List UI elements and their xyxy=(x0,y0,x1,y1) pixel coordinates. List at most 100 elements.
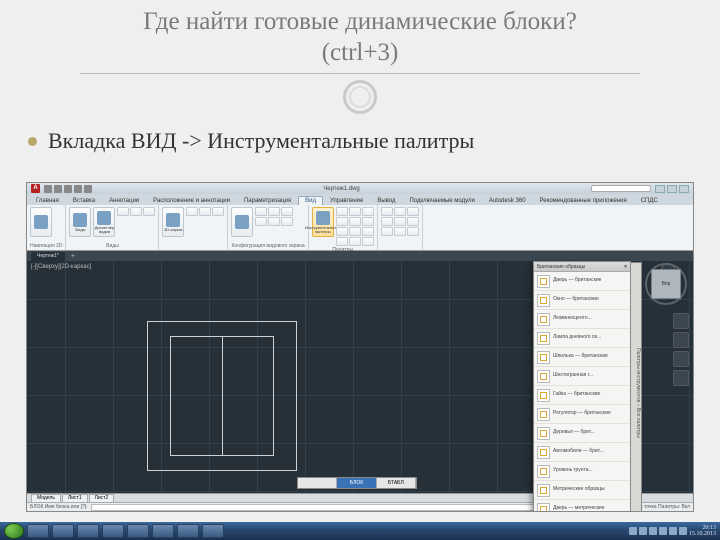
ribbon-tab[interactable]: СПДС xyxy=(634,196,665,205)
ribbon-big-button[interactable]: Инструментальные палитры xyxy=(312,207,334,237)
ribbon-small-button[interactable] xyxy=(349,207,361,216)
taskbar-app-button[interactable] xyxy=(27,524,49,538)
ribbon-small-button[interactable] xyxy=(362,207,374,216)
ribbon-big-button[interactable]: 3D-каркас xyxy=(162,207,184,237)
pan-icon[interactable] xyxy=(673,332,689,348)
dynamic-input-option[interactable]: БТАБЛ xyxy=(377,478,416,488)
ribbon-tab[interactable]: Вставка xyxy=(66,196,102,205)
ribbon-tab[interactable]: Вывод xyxy=(370,196,402,205)
ribbon-small-button[interactable] xyxy=(281,217,293,226)
maximize-button[interactable] xyxy=(667,185,677,193)
qat-undo-icon[interactable] xyxy=(74,185,82,193)
ribbon-tab[interactable]: Аннотации xyxy=(102,196,146,205)
ribbon-small-button[interactable] xyxy=(336,227,348,236)
ribbon-small-button[interactable] xyxy=(199,207,211,216)
ribbon-small-button[interactable] xyxy=(117,207,129,216)
ribbon-tab[interactable]: Параметризация xyxy=(237,196,298,205)
tray-icon[interactable] xyxy=(669,527,677,535)
palette-item[interactable]: Дверь — британские xyxy=(534,272,630,291)
qat-save-icon[interactable] xyxy=(64,185,72,193)
command-input[interactable] xyxy=(91,504,549,511)
ribbon-small-button[interactable] xyxy=(381,207,393,216)
tool-palette[interactable]: Британские образцы × Дверь — британскиеО… xyxy=(533,261,631,512)
taskbar-app-button[interactable] xyxy=(102,524,124,538)
help-search-input[interactable] xyxy=(591,185,651,192)
ribbon-small-button[interactable] xyxy=(407,207,419,216)
palette-item[interactable]: Автомобили — брит... xyxy=(534,443,630,462)
taskbar-app-button[interactable] xyxy=(77,524,99,538)
ribbon-small-button[interactable] xyxy=(362,217,374,226)
palette-item[interactable]: Дверь — метрические xyxy=(534,500,630,512)
palette-close-icon[interactable]: × xyxy=(624,264,627,270)
document-tab[interactable]: Чертеж1* xyxy=(31,252,65,261)
ribbon-tab[interactable]: Главная xyxy=(29,196,66,205)
layout-tab[interactable]: Модель xyxy=(31,494,61,502)
ribbon-small-button[interactable] xyxy=(349,227,361,236)
tray-icon[interactable] xyxy=(649,527,657,535)
taskbar-app-button[interactable] xyxy=(152,524,174,538)
steering-wheel-icon[interactable] xyxy=(673,313,689,329)
navcube[interactable]: Впр xyxy=(651,269,681,299)
ribbon-tab[interactable]: Управление xyxy=(323,196,370,205)
ribbon-small-button[interactable] xyxy=(212,207,224,216)
taskbar-clock[interactable]: 20:13 15.10.2013 xyxy=(689,525,716,537)
tray-icon[interactable] xyxy=(629,527,637,535)
taskbar-app-button[interactable] xyxy=(52,524,74,538)
start-button[interactable] xyxy=(4,523,24,539)
dynamic-input-menu[interactable]: БЛОКБТАБЛ xyxy=(297,477,417,489)
ribbon-small-button[interactable] xyxy=(268,207,280,216)
palette-item[interactable]: Люминесцентн... xyxy=(534,310,630,329)
ribbon-small-button[interactable] xyxy=(255,217,267,226)
palette-item[interactable]: Метрические образцы xyxy=(534,481,630,500)
taskbar-app-button[interactable] xyxy=(202,524,224,538)
taskbar-app-button[interactable] xyxy=(127,524,149,538)
ribbon-small-button[interactable] xyxy=(336,217,348,226)
palette-item[interactable]: Гайка — британские xyxy=(534,386,630,405)
drawing-rectangle[interactable] xyxy=(147,321,297,471)
ribbon-small-button[interactable] xyxy=(407,227,419,236)
ribbon-small-button[interactable] xyxy=(336,237,348,246)
ribbon-tab[interactable]: Рекомендованные приложения xyxy=(533,196,634,205)
minimize-button[interactable] xyxy=(655,185,665,193)
app-logo-icon[interactable]: A xyxy=(31,184,40,193)
ribbon-big-button[interactable]: Диспетчер видов xyxy=(93,207,115,237)
qat-redo-icon[interactable] xyxy=(84,185,92,193)
ribbon-small-button[interactable] xyxy=(336,207,348,216)
ribbon-big-button[interactable] xyxy=(30,207,52,237)
palette-item[interactable]: Деревья — брит... xyxy=(534,424,630,443)
ribbon-small-button[interactable] xyxy=(381,227,393,236)
palette-item[interactable]: Регулятор — британские xyxy=(534,405,630,424)
palette-item[interactable]: Шестигранная г... xyxy=(534,367,630,386)
tray-icon[interactable] xyxy=(659,527,667,535)
ribbon-small-button[interactable] xyxy=(186,207,198,216)
palette-item[interactable]: Окно — британские xyxy=(534,291,630,310)
layout-tab[interactable]: Лист1 xyxy=(62,494,88,502)
ribbon-tab[interactable]: Autodesk 360 xyxy=(482,196,533,205)
qat-new-icon[interactable] xyxy=(44,185,52,193)
ribbon-small-button[interactable] xyxy=(349,237,361,246)
ribbon-small-button[interactable] xyxy=(394,227,406,236)
ribbon-small-button[interactable] xyxy=(394,217,406,226)
palette-item[interactable]: Уровень грунта... xyxy=(534,462,630,481)
taskbar-app-button[interactable] xyxy=(177,524,199,538)
ribbon-small-button[interactable] xyxy=(362,237,374,246)
dynamic-input-option[interactable]: БЛОК xyxy=(337,478,376,488)
close-button[interactable] xyxy=(679,185,689,193)
ribbon-small-button[interactable] xyxy=(130,207,142,216)
zoom-icon[interactable] xyxy=(673,351,689,367)
ribbon-small-button[interactable] xyxy=(407,217,419,226)
ribbon-small-button[interactable] xyxy=(143,207,155,216)
palette-item[interactable]: Шпилька — британские xyxy=(534,348,630,367)
viewport-label[interactable]: [-][Сверху][2D-каркас] xyxy=(31,264,91,270)
tray-icon[interactable] xyxy=(639,527,647,535)
ribbon-small-button[interactable] xyxy=(268,217,280,226)
ribbon-small-button[interactable] xyxy=(394,207,406,216)
layout-tab[interactable]: Лист2 xyxy=(89,494,115,502)
ribbon-big-button[interactable]: Виды xyxy=(69,207,91,237)
palette-header[interactable]: Британские образцы × xyxy=(534,262,630,272)
ribbon-small-button[interactable] xyxy=(381,217,393,226)
ribbon-big-button[interactable] xyxy=(231,207,253,237)
palette-item[interactable]: Лампа дневного св... xyxy=(534,329,630,348)
dynamic-input-option[interactable] xyxy=(298,478,337,488)
orbit-icon[interactable] xyxy=(673,370,689,386)
